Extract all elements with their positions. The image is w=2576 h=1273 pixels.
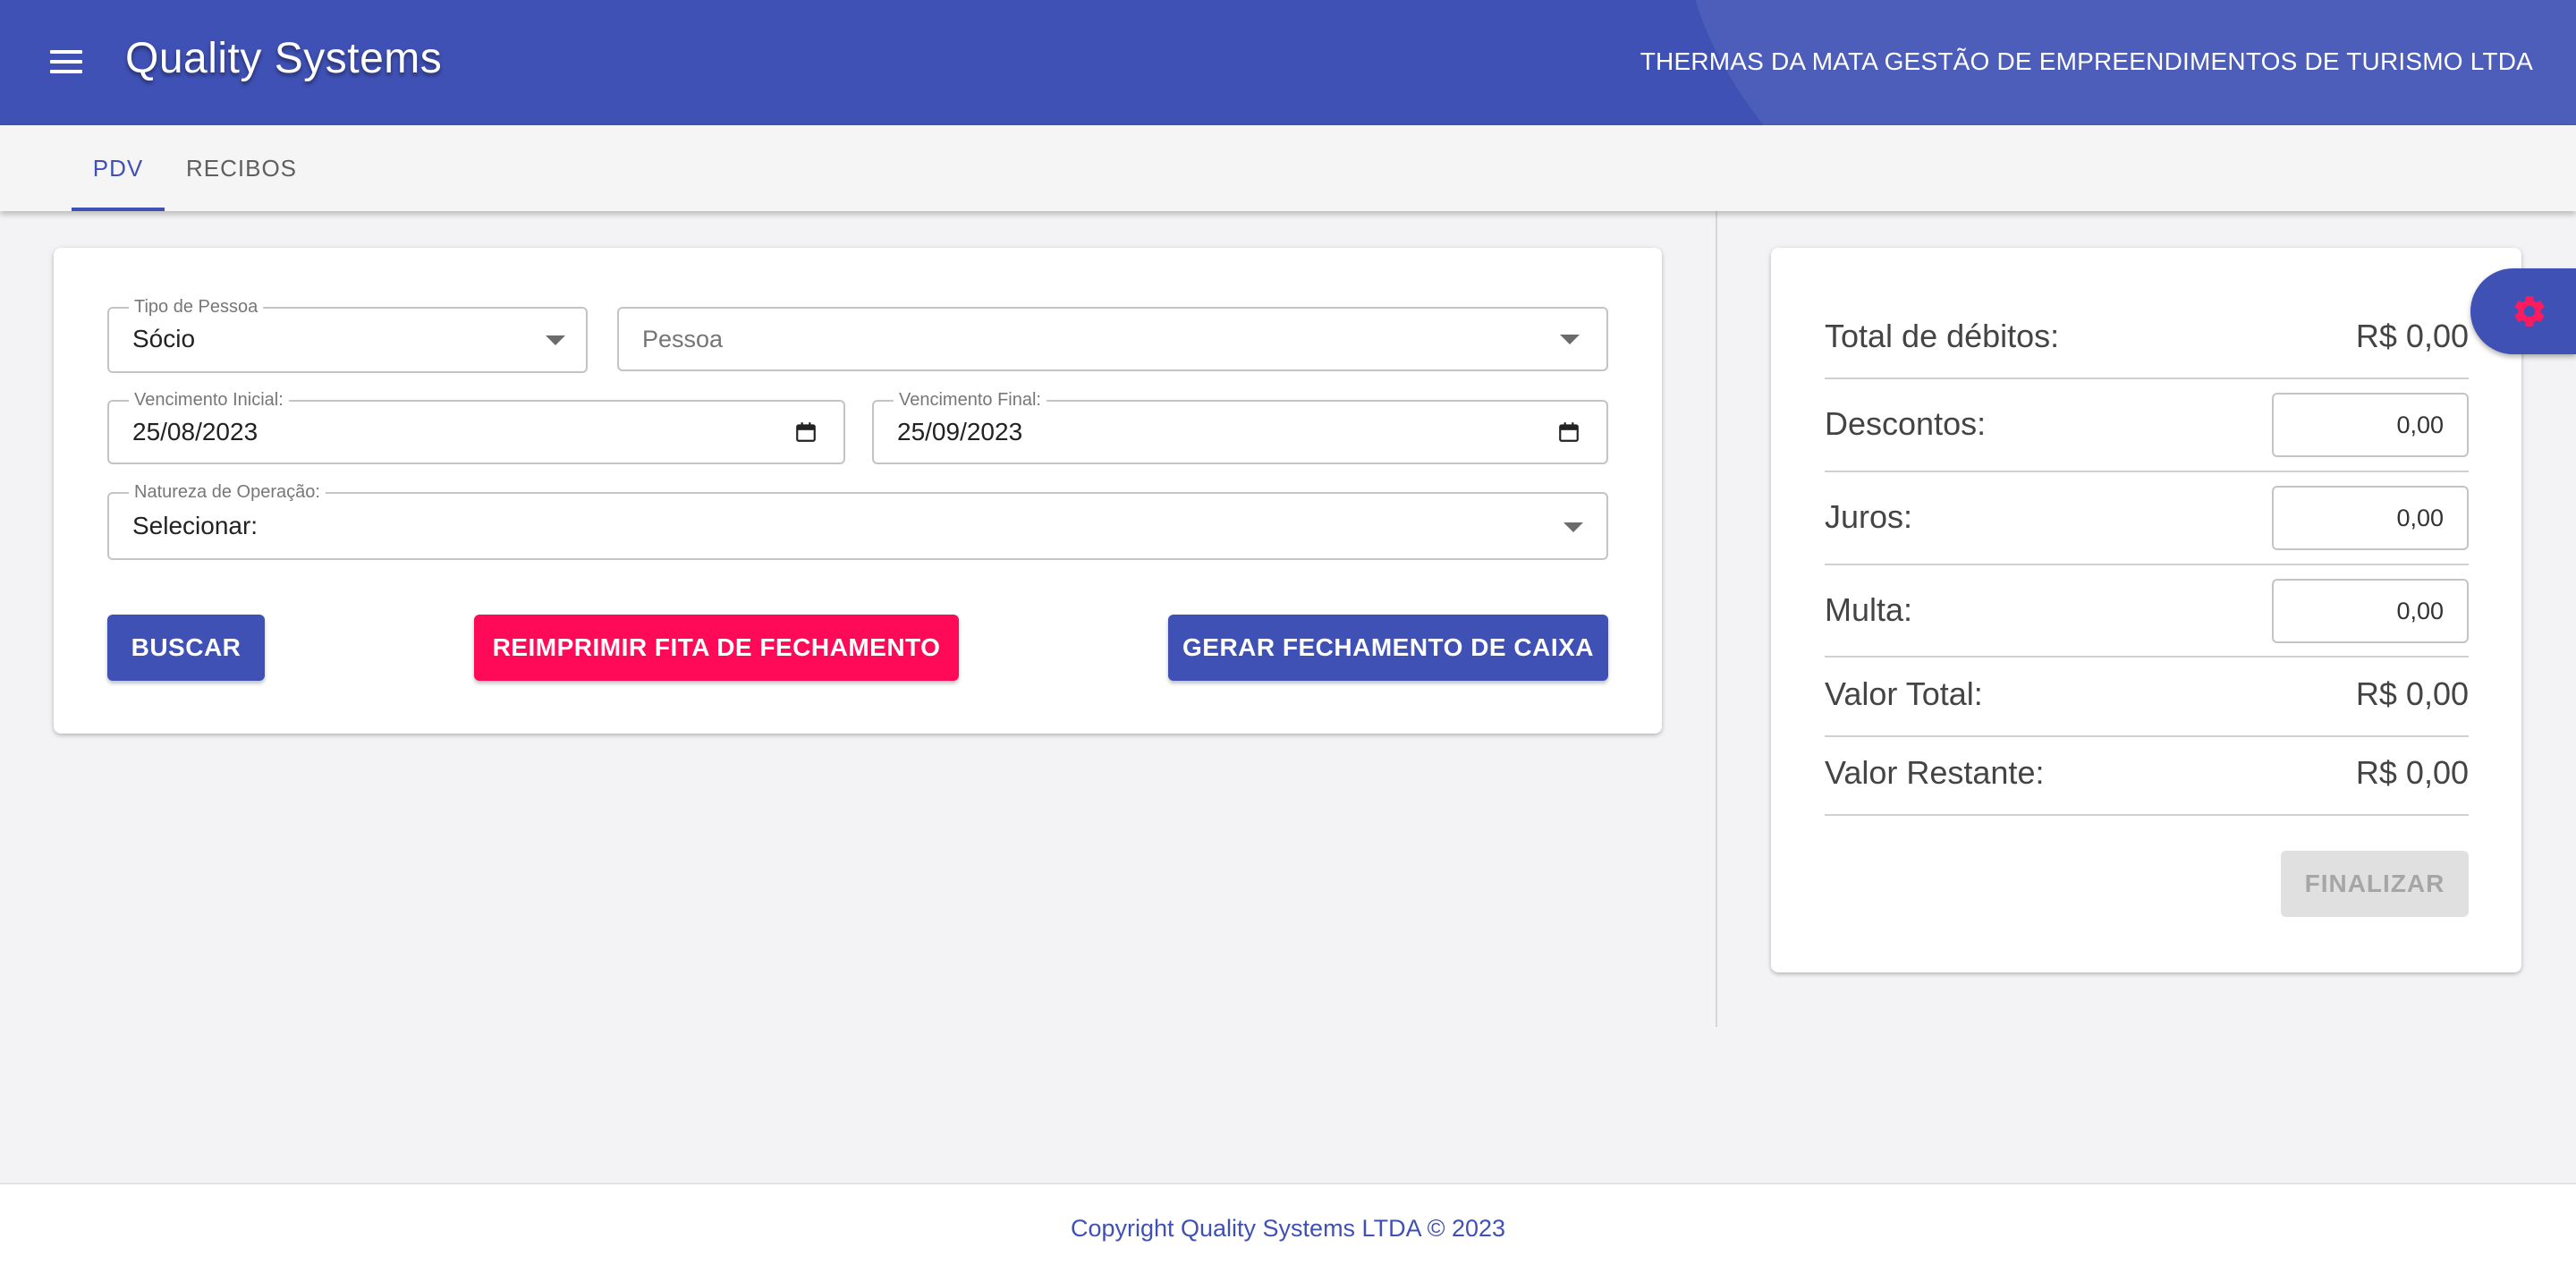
natureza-operacao-label: Natureza de Operação: [129,481,326,503]
menu-icon[interactable] [50,48,82,75]
tab-recibos[interactable]: RECIBOS [175,125,308,211]
chevron-down-icon [1560,335,1580,344]
valor-restante-value: R$ 0,00 [2355,754,2469,791]
vencimento-final-value: 25/09/2023 [897,418,1023,446]
total-debitos-row: Total de débitos: R$ 0,00 [1825,318,2469,357]
multa-input[interactable] [2272,579,2469,643]
descontos-input[interactable] [2272,393,2469,457]
vencimento-inicial-value: 25/08/2023 [132,418,258,446]
copyright-text: Copyright Quality Systems LTDA © 2023 [1070,1215,1506,1242]
calendar-icon[interactable] [794,420,818,444]
tipo-pessoa-value: Sócio [132,325,196,352]
natureza-operacao-select[interactable]: Natureza de Operação: Selecionar: [107,481,1608,560]
company-name: THERMAS DA MATA GESTÃO DE EMPREENDIMENTO… [1640,47,2533,75]
valor-restante-label: Valor Restante: [1825,754,2045,791]
juros-row: Juros: [1825,486,2469,552]
divider [1825,564,2469,565]
summary-card: Total de débitos: R$ 0,00 Descontos: Jur… [1771,248,2521,972]
vencimento-inicial-label: Vencimento Inicial: [129,389,289,411]
divider [1825,814,2469,816]
filter-card: Tipo de Pessoa Sócio Pessoa Vencimento I… [54,248,1662,734]
gerar-fechamento-button[interactable]: GERAR FECHAMENTO DE CAIXA [1168,615,1608,681]
tipo-pessoa-label: Tipo de Pessoa [129,296,264,318]
multa-row: Multa: [1825,579,2469,645]
divider [1825,378,2469,379]
valor-total-value: R$ 0,00 [2355,675,2469,712]
tab-pdv[interactable]: PDV [72,125,165,211]
descontos-label: Descontos: [1825,405,1987,442]
panel-divider [1716,211,1717,1027]
juros-input[interactable] [2272,486,2469,550]
tab-bar: PDV RECIBOS [0,125,2576,211]
calendar-icon[interactable] [1557,420,1580,444]
buscar-button[interactable]: BUSCAR [107,615,265,681]
chevron-down-icon [546,335,565,345]
settings-button[interactable] [2470,268,2576,354]
gear-icon [2514,296,2545,327]
app-header: Quality Systems THERMAS DA MATA GESTÃO D… [0,0,2576,125]
descontos-row: Descontos: [1825,393,2469,459]
multa-label: Multa: [1825,591,1913,628]
total-debitos-label: Total de débitos: [1825,318,2060,354]
reimprimir-fita-button[interactable]: REIMPRIMIR FITA DE FECHAMENTO [474,615,959,681]
valor-total-row: Valor Total: R$ 0,00 [1825,675,2469,715]
vencimento-inicial-field[interactable]: Vencimento Inicial: 25/08/2023 [107,389,845,464]
valor-restante-row: Valor Restante: R$ 0,00 [1825,754,2469,794]
divider [1825,735,2469,737]
natureza-operacao-value: Selecionar: [132,512,258,539]
chevron-down-icon [1563,522,1583,532]
vencimento-final-field[interactable]: Vencimento Final: 25/09/2023 [872,389,1608,464]
divider [1825,471,2469,472]
pessoa-select[interactable]: Pessoa [617,307,1608,371]
app-title: Quality Systems [125,35,443,82]
vencimento-final-label: Vencimento Final: [894,389,1046,411]
tipo-pessoa-select[interactable]: Tipo de Pessoa Sócio [107,296,588,373]
app-footer: Copyright Quality Systems LTDA © 2023 [0,1183,2576,1273]
valor-total-label: Valor Total: [1825,675,1983,712]
pessoa-placeholder: Pessoa [642,326,724,352]
juros-label: Juros: [1825,498,1913,535]
divider [1825,656,2469,658]
finalizar-button[interactable]: FINALIZAR [2281,851,2469,917]
total-debitos-value: R$ 0,00 [2355,318,2469,354]
